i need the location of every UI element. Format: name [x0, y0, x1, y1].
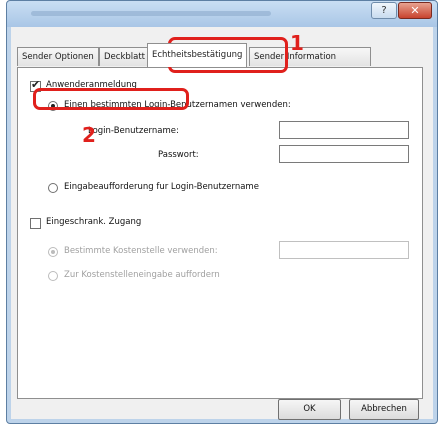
tab-sender-optionen[interactable]: Sender Optionen — [17, 47, 99, 66]
tab-echtheitsbestaetigung[interactable]: Echtheitsbestätigung — [147, 43, 247, 67]
password-input[interactable] — [279, 145, 409, 163]
step-marker-1: 1 — [290, 31, 304, 55]
window-title-blurred — [31, 11, 271, 16]
specific-cost-label: Bestimmte Kostenstelle verwenden: — [64, 246, 218, 256]
ok-button[interactable]: OK — [278, 399, 341, 420]
specific-cost-radio[interactable] — [48, 247, 58, 257]
dialog-body: Sender Optionen Deckblatt Echtheitsbestä… — [11, 27, 433, 420]
restricted-access-checkbox[interactable] — [30, 218, 41, 229]
cost-center-input[interactable] — [279, 241, 409, 259]
close-button[interactable]: ✕ — [398, 2, 432, 19]
username-label: Login-Benutzername: — [88, 126, 179, 136]
prompt-cost-radio[interactable] — [48, 271, 58, 281]
radio-selected-dot — [51, 250, 55, 254]
dialog-window: ? ✕ Sender Optionen Deckblatt Echtheitsb… — [6, 0, 438, 424]
step-marker-2: 2 — [82, 123, 96, 147]
prompt-login-label[interactable]: Eingabeaufforderung fur Login-Benutzerna… — [64, 182, 259, 192]
tab-strip: Sender Optionen Deckblatt Echtheitsbestä… — [17, 41, 423, 67]
tab-deckblatt[interactable]: Deckblatt — [99, 47, 151, 66]
username-input[interactable] — [279, 121, 409, 139]
tab-panel: ✔ Anwenderanmeldung Einen bestimmten Log… — [17, 67, 423, 399]
restricted-access-label[interactable]: Eingeschrank. Zugang — [46, 217, 141, 227]
cancel-button[interactable]: Abbrechen — [349, 399, 419, 420]
prompt-login-radio[interactable] — [48, 183, 58, 193]
checkbox-highlight-box — [33, 88, 189, 110]
help-button[interactable]: ? — [371, 2, 397, 19]
title-bar[interactable]: ? ✕ — [7, 1, 437, 27]
password-label: Passwort: — [158, 150, 199, 160]
prompt-cost-label: Zur Kostenstelleneingabe auffordern — [64, 270, 220, 280]
